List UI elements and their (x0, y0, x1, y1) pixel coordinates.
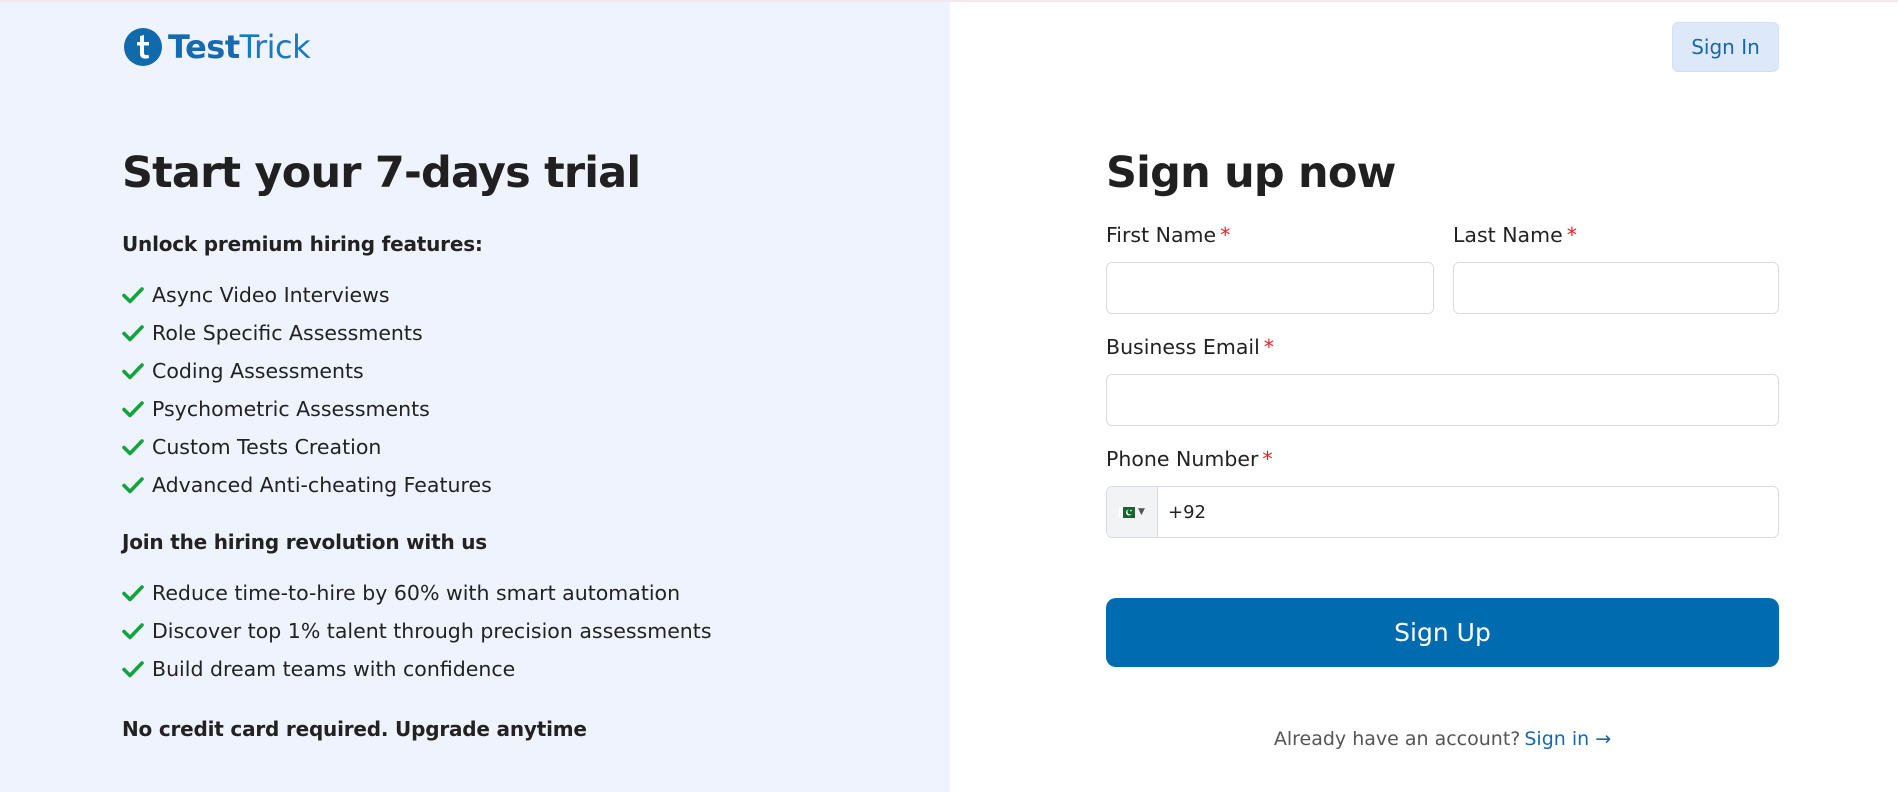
business-email-input[interactable] (1106, 374, 1779, 426)
no-credit-card-note: No credit card required. Upgrade anytime (122, 717, 587, 741)
benefit-item: Discover top 1% talent through precision… (122, 612, 712, 650)
features-heading: Unlock premium hiring features: (122, 232, 483, 256)
check-icon (122, 363, 144, 380)
last-name-label-text: Last Name (1453, 223, 1563, 247)
check-icon (122, 287, 144, 304)
trial-title: Start your 7-days trial (122, 148, 641, 198)
benefit-item: Build dream teams with confidence (122, 650, 712, 688)
check-icon (122, 661, 144, 678)
last-name-label: Last Name * (1453, 223, 1577, 247)
revolution-heading: Join the hiring revolution with us (122, 530, 487, 554)
required-asterisk: * (1220, 223, 1231, 247)
check-icon (122, 401, 144, 418)
check-icon (122, 439, 144, 456)
sign-in-link[interactable]: Sign in → (1524, 728, 1611, 750)
required-asterisk: * (1262, 447, 1273, 471)
feature-item: Coding Assessments (122, 352, 492, 390)
already-have-account: Already have an account? Sign in → (1106, 728, 1779, 750)
benefit-item-text: Discover top 1% talent through precision… (152, 619, 712, 643)
feature-item-text: Coding Assessments (152, 359, 364, 383)
first-name-input[interactable] (1106, 262, 1434, 314)
first-name-label-text: First Name (1106, 223, 1217, 247)
sign-up-button[interactable]: Sign Up (1106, 598, 1779, 667)
phone-number-input[interactable] (1158, 487, 1778, 537)
benefit-item: Reduce time-to-hire by 60% with smart au… (122, 574, 712, 612)
form-title: Sign up now (1106, 148, 1396, 198)
feature-item: Role Specific Assessments (122, 314, 492, 352)
feature-item-text: Custom Tests Creation (152, 435, 382, 459)
pakistan-flag-icon (1119, 506, 1136, 518)
last-name-input[interactable] (1453, 262, 1779, 314)
check-icon (122, 325, 144, 342)
country-code-dropdown[interactable]: ▼ (1107, 487, 1158, 537)
business-email-label: Business Email * (1106, 335, 1274, 359)
chevron-down-icon: ▼ (1138, 507, 1145, 517)
check-icon (122, 623, 144, 640)
logo-wordmark: TestTrick (168, 28, 311, 66)
feature-item: Psychometric Assessments (122, 390, 492, 428)
phone-number-label-text: Phone Number (1106, 447, 1259, 471)
benefit-item-text: Reduce time-to-hire by 60% with smart au… (152, 581, 681, 605)
required-asterisk: * (1263, 335, 1275, 359)
logo-text-trick: Trick (239, 28, 311, 66)
check-icon (122, 585, 144, 602)
benefit-item-text: Build dream teams with confidence (152, 657, 516, 681)
benefit-list: Reduce time-to-hire by 60% with smart au… (122, 574, 712, 688)
business-email-label-text: Business Email (1106, 335, 1260, 359)
feature-item-text: Role Specific Assessments (152, 321, 423, 345)
feature-item: Custom Tests Creation (122, 428, 492, 466)
phone-field: ▼ (1106, 486, 1779, 538)
logo-mark-icon (124, 28, 162, 66)
first-name-label: First Name * (1106, 223, 1230, 247)
feature-item: Advanced Anti-cheating Features (122, 466, 492, 504)
header-sign-in-button[interactable]: Sign In (1672, 22, 1779, 72)
check-icon (122, 477, 144, 494)
feature-item-text: Advanced Anti-cheating Features (152, 473, 492, 497)
testtrick-logo[interactable]: TestTrick (124, 28, 311, 66)
feature-item: Async Video Interviews (122, 276, 492, 314)
feature-item-text: Psychometric Assessments (152, 397, 430, 421)
feature-list: Async Video Interviews Role Specific Asse… (122, 276, 492, 504)
phone-number-label: Phone Number * (1106, 447, 1273, 471)
feature-item-text: Async Video Interviews (152, 283, 390, 307)
already-have-account-text: Already have an account? (1273, 728, 1521, 750)
logo-text-test: Test (168, 28, 240, 66)
required-asterisk: * (1566, 223, 1577, 247)
